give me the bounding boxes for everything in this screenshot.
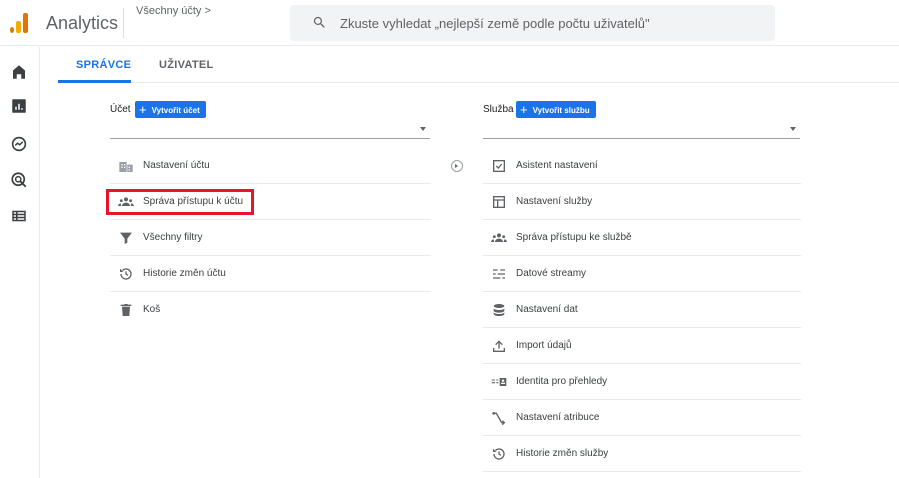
trash-label: Koš xyxy=(143,304,161,315)
property-settings-item[interactable]: Nastavení služby xyxy=(483,184,801,220)
header-divider xyxy=(123,8,124,38)
filter-icon xyxy=(120,232,132,244)
search-bar[interactable]: Zkuste vyhledat „nejlepší země podle poč… xyxy=(290,5,775,41)
plus-icon: + xyxy=(139,102,147,117)
property-column-label: Služba xyxy=(483,104,514,115)
left-navigation xyxy=(0,47,40,478)
property-settings-icon xyxy=(493,196,505,208)
admin-tabs: SPRÁVCE UŽIVATEL xyxy=(58,47,899,83)
tab-admin[interactable]: SPRÁVCE xyxy=(76,59,131,71)
tab-user[interactable]: UŽIVATEL xyxy=(159,59,214,71)
active-tab-indicator xyxy=(58,80,131,83)
property-settings-label: Nastavení služby xyxy=(516,196,593,207)
create-account-button[interactable]: + Vytvořit účet xyxy=(135,101,206,118)
dropdown-arrow-icon xyxy=(790,127,796,131)
reporting-identity-item[interactable]: Identita pro přehledy xyxy=(483,364,801,400)
identity-icon xyxy=(491,378,507,386)
plus-icon: + xyxy=(520,102,528,117)
data-streams-item[interactable]: Datové streamy xyxy=(483,256,801,292)
highlight-box xyxy=(106,189,254,215)
trash-icon xyxy=(120,304,132,316)
create-account-label: Vytvořit účet xyxy=(151,106,200,115)
property-change-history-label: Historie změn služby xyxy=(516,448,609,459)
explore-icon[interactable] xyxy=(10,135,28,153)
expand-arrow-icon[interactable] xyxy=(451,160,463,172)
account-selector[interactable] xyxy=(110,121,430,139)
data-settings-label: Nastavení dat xyxy=(516,304,578,315)
create-property-button[interactable]: + Vytvořit službu xyxy=(516,101,596,118)
property-selector[interactable] xyxy=(483,121,800,139)
search-icon xyxy=(313,16,325,28)
people-icon xyxy=(491,233,507,242)
account-breadcrumb[interactable]: Všechny účty > xyxy=(136,5,211,17)
dropdown-arrow-icon xyxy=(420,127,426,131)
account-column-label: Účet xyxy=(110,104,131,115)
account-settings-item[interactable]: Nastavení účtu xyxy=(110,148,431,184)
attribution-icon xyxy=(492,412,506,426)
account-change-history-item[interactable]: Historie změn účtu xyxy=(110,256,431,292)
property-access-management-label: Správa přístupu ke službě xyxy=(516,232,632,243)
building-icon xyxy=(119,162,133,172)
property-access-management-item[interactable]: Správa přístupu ke službě xyxy=(483,220,801,256)
home-icon[interactable] xyxy=(10,63,28,81)
trash-item[interactable]: Koš xyxy=(110,292,431,328)
data-settings-item[interactable]: Nastavení dat xyxy=(483,292,801,328)
configure-icon[interactable] xyxy=(10,207,28,225)
checklist-icon xyxy=(493,160,505,172)
advertising-icon[interactable] xyxy=(10,171,28,189)
upload-icon xyxy=(493,340,505,352)
create-property-label: Vytvořit službu xyxy=(532,106,590,115)
data-import-item[interactable]: Import údajů xyxy=(483,328,801,364)
analytics-logo-icon[interactable] xyxy=(10,13,30,33)
all-filters-label: Všechny filtry xyxy=(143,232,203,243)
database-icon xyxy=(493,304,505,316)
all-filters-item[interactable]: Všechny filtry xyxy=(110,220,431,256)
account-settings-label: Nastavení účtu xyxy=(143,160,210,171)
data-streams-label: Datové streamy xyxy=(516,268,587,279)
reports-icon[interactable] xyxy=(10,97,28,115)
attribution-settings-item[interactable]: Nastavení atribuce xyxy=(483,400,801,436)
attribution-settings-label: Nastavení atribuce xyxy=(516,412,600,423)
top-bar: Analytics Všechny účty > Zkuste vyhledat… xyxy=(0,0,899,46)
streams-icon xyxy=(493,269,505,279)
history-icon xyxy=(120,268,132,280)
history-icon xyxy=(493,448,505,460)
property-change-history-item[interactable]: Historie změn služby xyxy=(483,436,801,472)
search-placeholder: Zkuste vyhledat „nejlepší země podle poč… xyxy=(340,16,650,31)
reporting-identity-label: Identita pro přehledy xyxy=(516,376,608,387)
setup-assistant-label: Asistent nastavení xyxy=(516,160,598,171)
app-title[interactable]: Analytics xyxy=(46,13,118,34)
account-change-history-label: Historie změn účtu xyxy=(143,268,226,279)
setup-assistant-item[interactable]: Asistent nastavení xyxy=(483,148,801,184)
data-import-label: Import údajů xyxy=(516,340,572,351)
